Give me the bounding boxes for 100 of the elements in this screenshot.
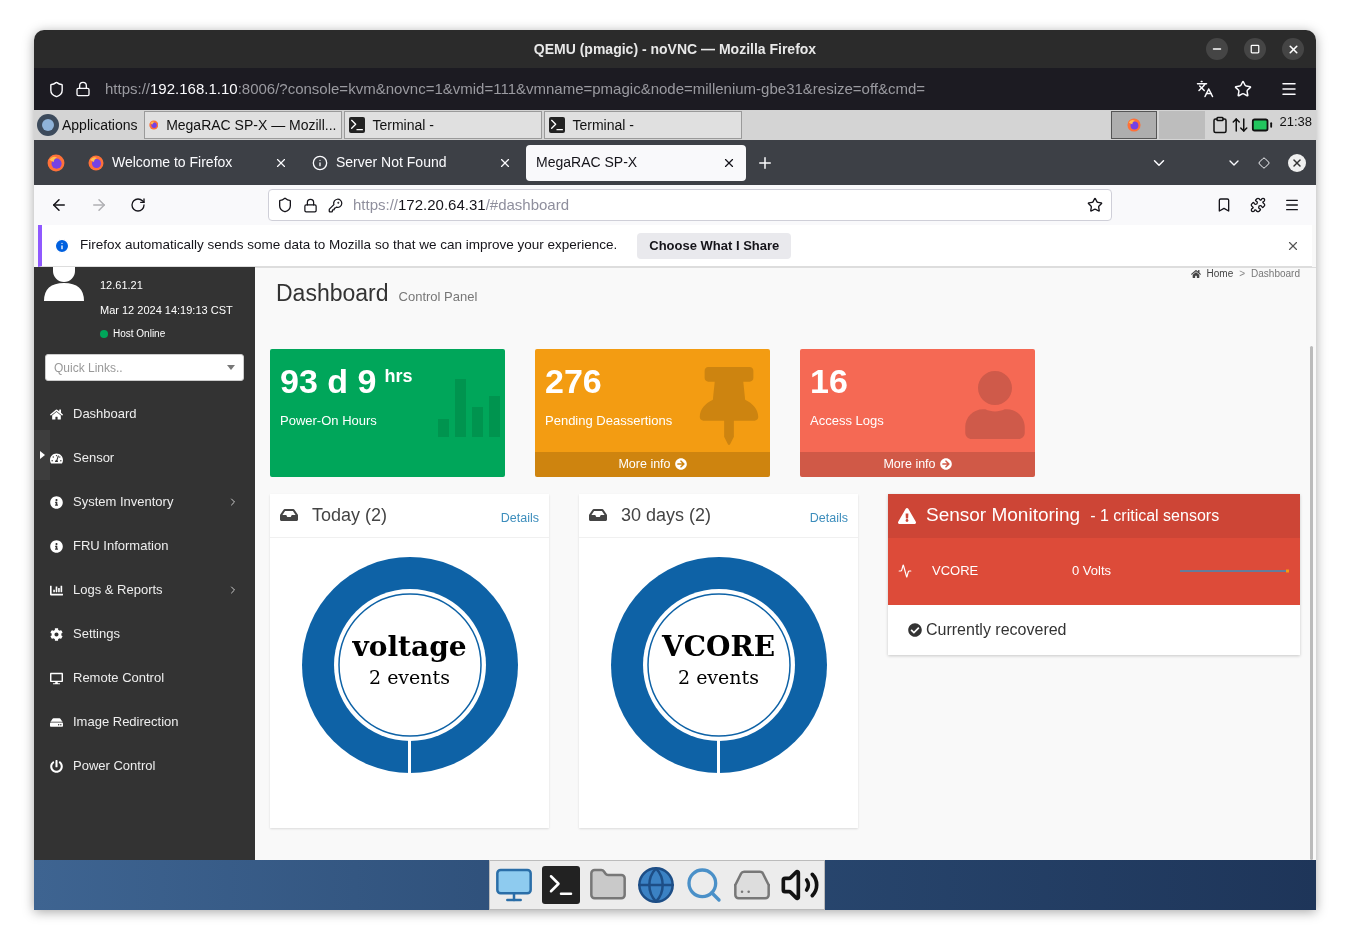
donut-label: VCORE [662, 631, 775, 664]
menu-icon[interactable] [1284, 197, 1300, 213]
tile-value: 93 d 9 [280, 360, 377, 401]
sidebar-item[interactable]: Dashboard [50, 392, 255, 436]
panel-title: 30 days (2) [621, 503, 713, 527]
sidebar-item[interactable]: Image Redirection [50, 700, 255, 744]
warning-icon [898, 506, 916, 525]
taskbar-button[interactable]: MegaRAC SP-X — Mozill... [143, 111, 342, 139]
close-button[interactable] [1282, 38, 1304, 60]
diamond-icon[interactable] [1258, 156, 1270, 169]
menu-logo-icon [36, 113, 60, 137]
url-text[interactable]: https://192.168.1.10:8006/?console=kvm&novnc=1&vmid=111&vmname=pmagic&node=millenium-gbe31&resize=off&cmd= [105, 79, 926, 97]
breadcrumb-link[interactable]: Home [1206, 266, 1234, 281]
power-icon [50, 759, 63, 773]
tile-label: Access Logs [810, 411, 885, 430]
extensions-icon[interactable] [1250, 197, 1266, 213]
applications-menu[interactable]: Applications [34, 110, 142, 140]
menu-icon[interactable] [1280, 80, 1298, 98]
pulse-icon [898, 564, 912, 578]
notification-text: Firefox automatically sends some data to Mozilla so that we can improve your experience. [80, 236, 618, 255]
info-icon [312, 154, 328, 171]
tile-label: Power-On Hours [280, 411, 378, 430]
details-link[interactable]: Details [500, 508, 539, 528]
card-title: Sensor Monitoring [926, 503, 1081, 528]
clipboard-icon[interactable] [1211, 116, 1230, 134]
address-field[interactable]: https://172.20.64.31/#dashboard [268, 189, 1112, 221]
recovery-status: Currently recovered [926, 619, 1067, 640]
donut-sublabel: 2 events [369, 665, 450, 691]
translate-icon[interactable] [1196, 80, 1214, 98]
page-subtitle: Control Panel [398, 288, 478, 306]
sidebar-item[interactable]: Logs & Reports [50, 568, 255, 612]
bookmark-icon[interactable] [1216, 197, 1232, 213]
minimize-button[interactable] [1206, 38, 1228, 60]
donut-sublabel: 2 events [678, 665, 759, 691]
choose-share-button[interactable]: Choose What I Share [637, 232, 792, 259]
more-info-link[interactable]: More info [800, 451, 1035, 477]
date-time: Mar 12 2024 14:19:13 CST [100, 302, 233, 318]
globe-icon[interactable] [636, 865, 676, 905]
shield-icon [48, 80, 65, 98]
settings-icon [50, 627, 63, 641]
inbox-icon [280, 506, 298, 524]
key-icon[interactable] [328, 197, 343, 213]
bar-chart-icon [50, 583, 63, 597]
sidebar-item[interactable]: Remote Control [50, 656, 255, 700]
firefox-view-icon [47, 153, 65, 172]
sensor-reading: 0 Volts [1072, 562, 1113, 581]
triangle-icon [39, 451, 45, 459]
inbox-icon [589, 506, 607, 524]
search-icon[interactable] [684, 865, 724, 905]
tile-unit: hrs [384, 364, 413, 388]
terminal-icon [348, 117, 365, 133]
home-icon [50, 407, 63, 421]
lock-icon [75, 81, 91, 97]
breadcrumb-separator: > [1239, 267, 1246, 281]
critical-count: - 1 critical sensors [1090, 505, 1220, 526]
window-title: QEMU (pmagic) - noVNC — Mozilla Firefox [533, 39, 817, 59]
tab-icon [88, 154, 104, 171]
monitor-icon [50, 671, 63, 685]
sensor-name: VCORE [932, 562, 980, 581]
window-preview-icon [1127, 118, 1142, 132]
sidebar-item[interactable]: Sensor [50, 436, 255, 480]
lock-icon[interactable] [303, 197, 318, 213]
star-icon[interactable] [1087, 197, 1103, 213]
sidebar-item[interactable]: FRU Information [50, 524, 255, 568]
close-button[interactable] [1288, 153, 1306, 172]
maximize-button[interactable] [1244, 38, 1266, 60]
taskbar-button[interactable]: Terminal - [543, 111, 742, 139]
taskbar-button[interactable]: Terminal - [343, 111, 542, 139]
breadcrumb-current: Dashboard [1251, 267, 1300, 281]
host-status: Host Online [100, 326, 233, 341]
maximize-icon [1250, 44, 1260, 54]
workspace-button[interactable] [1111, 111, 1158, 139]
browser-tab[interactable]: MegaRAC SP-X [526, 144, 746, 181]
details-link[interactable]: Details [809, 508, 848, 528]
clock[interactable]: 21:38 [1275, 110, 1316, 132]
drive-icon [50, 715, 63, 729]
sidebar-item[interactable]: System Inventory [50, 480, 255, 524]
sidebar-item[interactable]: Power Control [50, 744, 255, 788]
home-icon [1190, 268, 1201, 279]
terminal-icon [548, 117, 565, 133]
back-icon[interactable] [50, 196, 68, 214]
terminal-icon[interactable] [542, 866, 580, 904]
sidebar-item[interactable]: Settings [50, 612, 255, 656]
page-title: Dashboard [276, 279, 389, 308]
tile-value: 276 [545, 360, 602, 401]
shield-icon[interactable] [277, 197, 293, 213]
donut-label: voltage [352, 631, 467, 664]
gauge-icon [50, 451, 63, 465]
browser-tab[interactable]: Server Not Found [302, 144, 522, 181]
firmware-version: 12.61.21 [100, 278, 144, 293]
tile-label: Pending Deassertions [545, 411, 674, 430]
browser-tab[interactable]: Welcome to Firefox [78, 144, 298, 181]
info-icon [50, 495, 63, 509]
drawer-handle[interactable] [34, 430, 50, 480]
reload-icon[interactable] [130, 197, 146, 213]
info-icon [50, 539, 63, 553]
info-icon [54, 237, 70, 254]
network-icon[interactable] [1231, 116, 1250, 134]
tile-value: 16 [810, 360, 848, 401]
close-icon [1286, 42, 1300, 56]
